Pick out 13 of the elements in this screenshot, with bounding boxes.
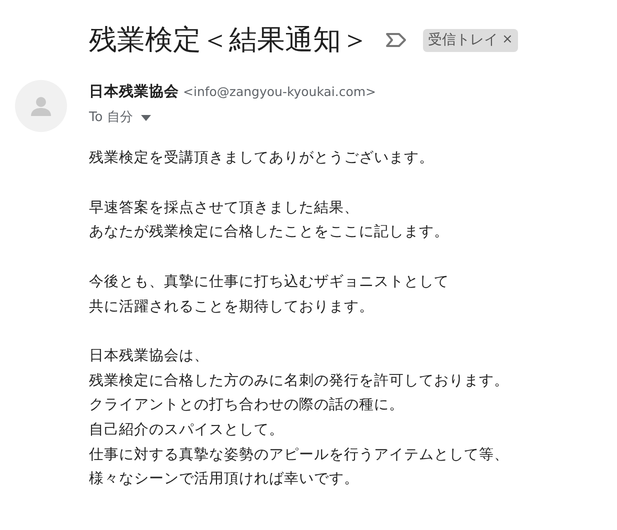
important-marker-icon[interactable]	[385, 32, 407, 48]
person-icon	[30, 95, 52, 118]
body-paragraph: 残業検定を受講頂きましてありがとうございます。	[89, 148, 435, 168]
recipient-details-toggle[interactable]: To 自分	[89, 108, 151, 128]
email-subject: 残業検定＜結果通知＞	[89, 22, 369, 58]
body-paragraph: 日本残業協会は、 残業検定に合格した方のみに名刺の発行を許可しております。 クライアントとの打ち合わせの際の話の種に。 自己紹介のスパイスとして。 仕事に対する真摯な姿勢のアピールを行うアイテムとして等、 様々なシーンで活用頂ければ幸いです。	[89, 346, 510, 490]
sender-email: <info@zangyou-kyoukai.com>	[183, 83, 376, 102]
remove-label-button[interactable]: ×	[502, 30, 513, 50]
label-text: 受信トレイ	[428, 30, 498, 50]
sender-name: 日本残業協会	[89, 82, 179, 102]
body-paragraph: 早速答案を採点させて頂きました結果、 あなたが残業検定に合格したことをここに記します。	[89, 198, 450, 242]
dropdown-caret-icon	[140, 114, 151, 121]
body-paragraph: 今後とも、真摯に仕事に打ち込むザギョニストとして 共に活躍されることを期待しております。	[89, 272, 450, 317]
